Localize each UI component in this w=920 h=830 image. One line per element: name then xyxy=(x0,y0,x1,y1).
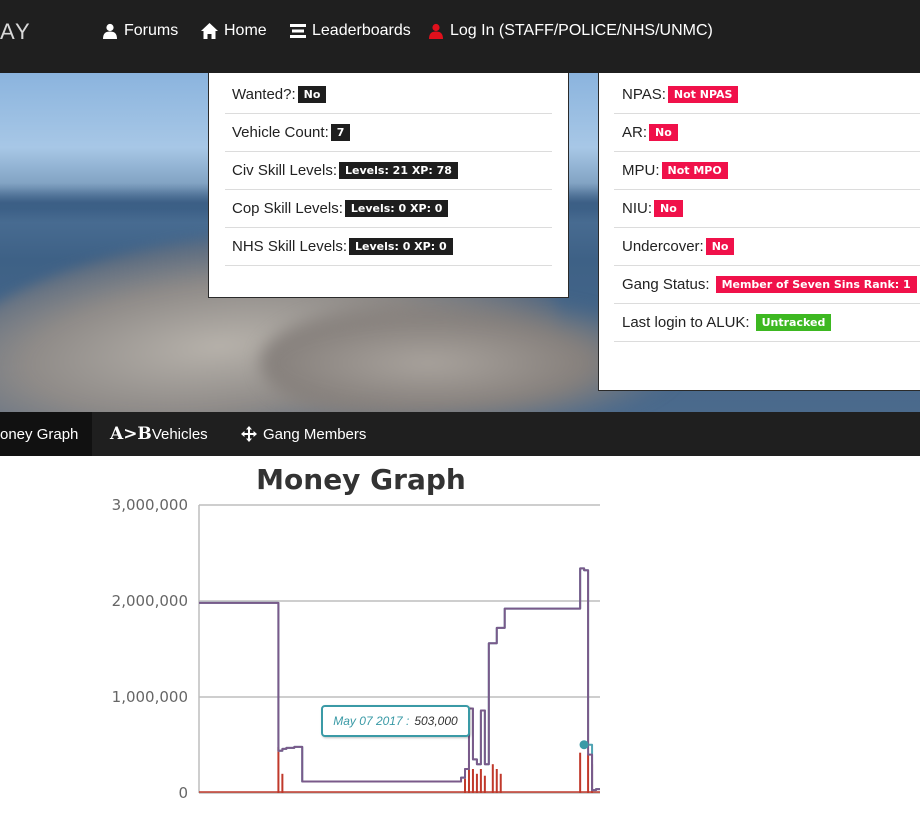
nav-login-label: Log In (STAFF/POLICE/NHS/UNMC) xyxy=(450,22,713,39)
role-label: NIU: xyxy=(622,199,652,217)
data-point-marker xyxy=(579,740,589,750)
stat-label: Civ Skill Levels: xyxy=(232,161,338,179)
role-row-last-login: Last login to ALUK: Untracked xyxy=(614,303,920,342)
ab-vehicles-icon: A>B xyxy=(110,424,152,444)
chart-spikes xyxy=(199,746,600,793)
role-label: NPAS: xyxy=(622,85,666,103)
role-row-gang-status: Gang Status: Member of Seven Sins Rank: … xyxy=(614,265,920,304)
status-badge: No xyxy=(705,237,735,255)
top-navbar: AY Forums Home Leaderboards Log In (STAF… xyxy=(0,0,920,73)
role-label: MPU: xyxy=(622,161,660,179)
status-badge: No xyxy=(297,85,327,103)
stat-row-civ-skill: Civ Skill Levels: Levels: 21 XP: 78 xyxy=(225,151,552,190)
role-row-ar: AR: No xyxy=(614,113,920,152)
role-label: Last login to ALUK: xyxy=(622,313,750,331)
role-row-mpu: MPU: Not MPO xyxy=(614,151,920,190)
role-row-niu: NIU: No xyxy=(614,189,920,228)
nav-leaderboards[interactable]: Leaderboards xyxy=(290,22,411,40)
stat-row-nhs-skill: NHS Skill Levels: Levels: 0 XP: 0 xyxy=(225,227,552,266)
player-stats-panel: Wanted?: No Vehicle Count: 7 Civ Skill L… xyxy=(208,73,569,298)
status-badge: Not NPAS xyxy=(667,85,739,103)
role-label: Undercover: xyxy=(622,237,704,255)
status-badge: Levels: 21 XP: 78 xyxy=(339,161,458,179)
nav-forums[interactable]: Forums xyxy=(102,22,178,40)
tooltip-value: 503,000 xyxy=(414,714,458,728)
chart-gridlines xyxy=(198,504,600,794)
status-badge: No xyxy=(654,199,683,217)
y-tick-label: 1,000,000 xyxy=(112,688,188,706)
tooltip-date: May 07 2017 : xyxy=(333,714,410,728)
home-icon xyxy=(201,23,218,39)
status-badge: Levels: 0 XP: 0 xyxy=(344,199,449,217)
role-label: AR: xyxy=(622,123,648,141)
status-badge: No xyxy=(649,123,678,141)
status-badge: Member of Seven Sins Rank: 1 xyxy=(715,275,917,293)
nav-home[interactable]: Home xyxy=(201,22,267,40)
tab-money-graph-label: oney Graph xyxy=(0,425,79,443)
tab-gang-members-label: Gang Members xyxy=(263,425,367,443)
brand-logo[interactable]: AY xyxy=(0,19,32,45)
status-badge: Untracked xyxy=(755,313,832,331)
profile-tab-bar: oney Graph A>B Vehicles Gang Members xyxy=(0,412,920,456)
role-label: Gang Status: xyxy=(622,275,710,293)
nav-leaderboards-label: Leaderboards xyxy=(312,22,411,39)
stat-label: Cop Skill Levels: xyxy=(232,199,343,217)
stat-row-vehicle-count: Vehicle Count: 7 xyxy=(225,113,552,152)
user-icon xyxy=(429,23,443,39)
tab-vehicles-label: Vehicles xyxy=(151,425,208,443)
y-tick-label: 3,000,000 xyxy=(112,496,188,514)
nav-forums-label: Forums xyxy=(124,22,179,39)
role-row-undercover: Undercover: No xyxy=(614,227,920,266)
role-row-npas: NPAS: Not NPAS xyxy=(614,75,920,114)
player-roles-panel: NPAS: Not NPAS AR: No MPU: Not MPO NIU: … xyxy=(598,73,920,391)
chart-y-axis: 3,000,000 2,000,000 1,000,000 0 xyxy=(112,496,188,802)
nav-home-label: Home xyxy=(224,22,267,39)
y-tick-label: 2,000,000 xyxy=(112,592,188,610)
stat-label: NHS Skill Levels: xyxy=(232,237,348,255)
chart-tooltip: May 07 2017 : 503,000 xyxy=(321,705,470,737)
stat-label: Wanted?: xyxy=(232,85,296,103)
move-icon xyxy=(241,426,257,442)
chart-marker xyxy=(579,740,589,750)
stat-row-wanted: Wanted?: No xyxy=(225,75,552,114)
tab-vehicles[interactable]: A>B Vehicles xyxy=(110,412,208,456)
money-graph-chart[interactable]: 3,000,000 2,000,000 1,000,000 0 xyxy=(0,456,920,830)
y-tick-label: 0 xyxy=(178,784,188,802)
status-badge: Levels: 0 XP: 0 xyxy=(349,237,453,255)
stat-row-cop-skill: Cop Skill Levels: Levels: 0 XP: 0 xyxy=(225,189,552,228)
user-icon xyxy=(103,23,117,39)
nav-login[interactable]: Log In (STAFF/POLICE/NHS/UNMC) xyxy=(428,22,713,40)
status-badge: 7 xyxy=(330,123,351,141)
list-icon xyxy=(290,24,306,38)
tab-gang-members[interactable]: Gang Members xyxy=(241,412,366,456)
status-badge: Not MPO xyxy=(661,161,728,179)
stat-label: Vehicle Count: xyxy=(232,123,329,141)
tab-money-graph[interactable]: oney Graph xyxy=(0,412,92,456)
